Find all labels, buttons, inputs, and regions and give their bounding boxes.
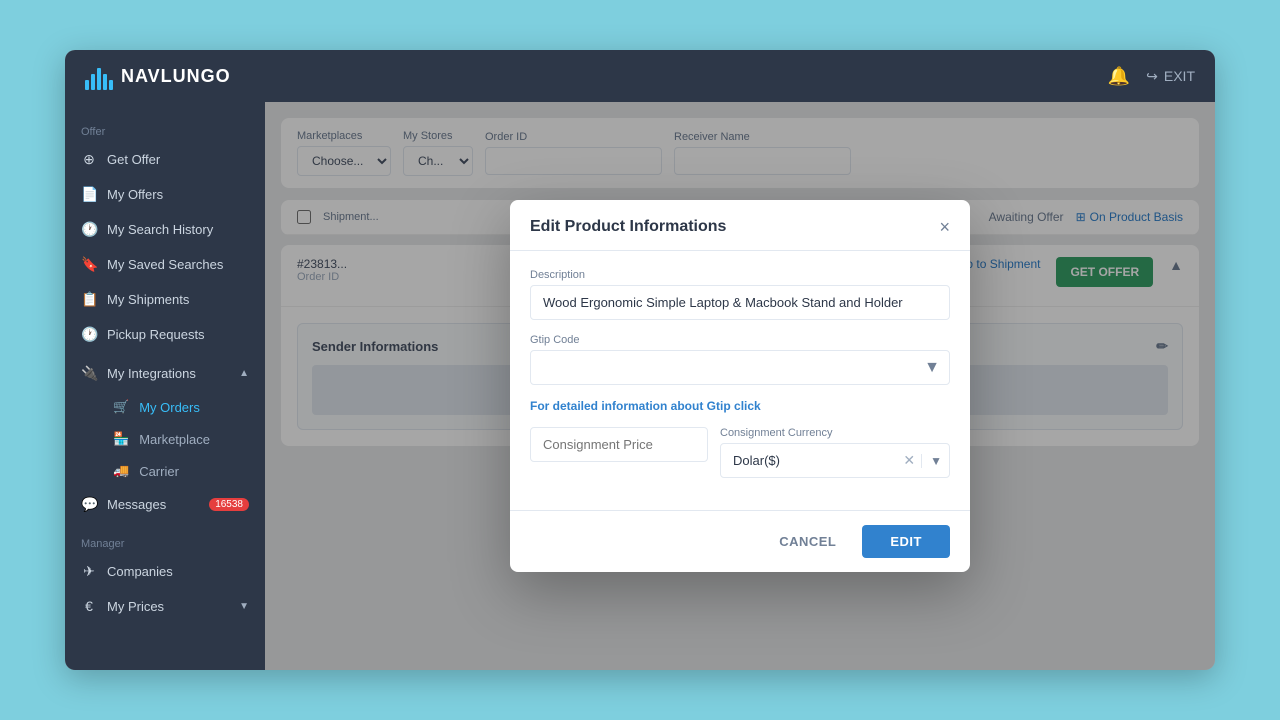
currency-label: Consignment Currency [720,427,950,439]
sidebar-item-shipments[interactable]: 📋 My Shipments [65,282,265,317]
sidebar-item-my-offers[interactable]: 📄 My Offers [65,177,265,212]
modal-header: Edit Product Informations × [510,200,970,251]
form-group-gtip: Gtip Code ▼ [530,334,950,385]
sidebar-section-manager: Manager [65,530,265,554]
list-icon: 📋 [81,291,97,308]
modal-body: Description Gtip Code ▼ [510,251,970,510]
gtip-label: Gtip Code [530,334,950,346]
gtip-click-link[interactable]: click [734,399,761,413]
sidebar-item-messages[interactable]: 💬 Messages 16538 [65,487,265,522]
logo-icon [85,62,113,90]
logo: NAVLUNGO [85,62,231,90]
clock-icon: 🕐 [81,221,97,238]
sidebar-item-saved-searches[interactable]: 🔖 My Saved Searches [65,247,265,282]
bookmark-icon: 🔖 [81,256,97,273]
document-icon: 📄 [81,186,97,203]
gtip-info-text: For detailed information about Gtip clic… [530,399,950,413]
integrations-icon: 🔌 [81,365,97,382]
sidebar: Offer ⊕ Get Offer 📄 My Offers 🕐 My Searc… [65,102,265,670]
store-icon: 🏪 [113,431,129,447]
currency-actions: ✕ ▼ [897,452,950,469]
modal-footer: CANCEL EDIT [510,510,970,572]
edit-product-modal: Edit Product Informations × Description … [510,200,970,572]
form-group-description: Description [530,269,950,320]
integrations-chevron: ▲ [239,368,249,379]
currency-chevron-button[interactable]: ▼ [921,454,950,468]
sidebar-item-marketplace[interactable]: 🏪 Marketplace [97,423,265,455]
sidebar-item-companies[interactable]: ✈ Companies [65,554,265,589]
modal-title: Edit Product Informations [530,218,726,236]
pickup-icon: 🕐 [81,326,97,343]
notification-icon[interactable]: 🔔 [1108,66,1130,87]
consignment-price-input[interactable] [530,427,708,462]
sidebar-item-pickup-requests[interactable]: 🕐 Pickup Requests [65,317,265,352]
description-label: Description [530,269,950,281]
consignment-row: Consignment Currency ✕ ▼ [530,427,950,492]
main-content: Marketplaces Choose... My Stores Ch... O… [265,102,1215,670]
currency-wrap: ✕ ▼ [720,443,950,478]
edit-button[interactable]: EDIT [862,525,950,558]
gtip-select-wrap: ▼ [530,350,950,385]
messages-badge: 16538 [209,498,249,511]
gtip-input[interactable] [530,350,950,385]
plane-icon: ✈ [81,563,97,580]
truck-icon: 🚚 [113,463,129,479]
plus-circle-icon: ⊕ [81,151,97,168]
sidebar-item-integrations[interactable]: 🔌 My Integrations ▲ [65,356,265,391]
messages-icon: 💬 [81,496,97,513]
exit-button[interactable]: ↪ EXIT [1146,68,1195,85]
header-actions: 🔔 ↪ EXIT [1108,66,1195,87]
header: NAVLUNGO 🔔 ↪ EXIT [65,50,1215,102]
sidebar-item-my-prices[interactable]: € My Prices ▼ [65,589,265,623]
sidebar-item-search-history[interactable]: 🕐 My Search History [65,212,265,247]
sidebar-item-carrier[interactable]: 🚚 Carrier [97,455,265,487]
sidebar-item-my-orders[interactable]: 🛒 My Orders [97,391,265,423]
cancel-button[interactable]: CANCEL [763,526,852,557]
sidebar-item-get-offer[interactable]: ⊕ Get Offer [65,142,265,177]
cart-icon: 🛒 [113,399,129,415]
modal-backdrop: Edit Product Informations × Description … [265,102,1215,670]
currency-clear-button[interactable]: ✕ [897,452,921,469]
description-input[interactable] [530,285,950,320]
form-group-consignment-price [530,427,708,478]
sidebar-section-offer: Offer [65,118,265,142]
euro-icon: € [81,598,97,614]
prices-chevron: ▼ [239,601,249,612]
sidebar-sub-integrations: 🛒 My Orders 🏪 Marketplace 🚚 Carrier [65,391,265,487]
form-group-consignment-currency: Consignment Currency ✕ ▼ [720,427,950,478]
exit-icon: ↪ [1146,68,1158,85]
modal-close-button[interactable]: × [939,218,950,236]
